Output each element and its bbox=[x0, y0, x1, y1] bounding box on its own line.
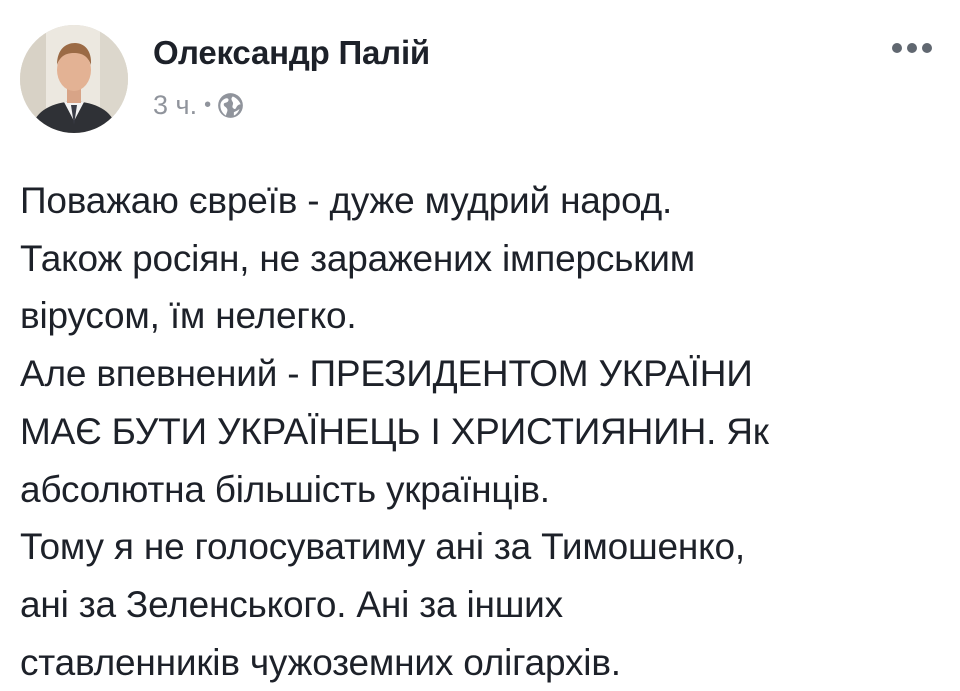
more-dot bbox=[907, 43, 917, 53]
post-text-line: вірусом, їм нелегко. bbox=[20, 295, 357, 337]
post-header: Олександр Палій 3 ч. • bbox=[20, 25, 940, 135]
author-name[interactable]: Олександр Палій bbox=[153, 33, 430, 73]
meta-separator: • bbox=[204, 93, 212, 116]
post-meta: 3 ч. • bbox=[153, 87, 244, 123]
more-options-icon[interactable] bbox=[892, 41, 932, 55]
avatar-image bbox=[20, 25, 128, 133]
post-text-line: МАЄ БУТИ УКРАЇНЕЦЬ І ХРИСТИЯНИН. Як bbox=[20, 410, 769, 452]
post-text-line: ані за Зеленського. Ані за інших bbox=[20, 583, 563, 625]
post-text-line: Поважаю євреїв - дуже мудрий народ. bbox=[20, 180, 673, 221]
more-dot bbox=[892, 43, 902, 53]
post-text-line: Також росіян, не заражених імперським bbox=[20, 237, 695, 279]
post-text-line: Тому я не голосуватиму ані за Тимошенко, bbox=[20, 526, 745, 568]
post-text-line: Але впевнений - ПРЕЗИДЕНТОМ УКРАЇНИ bbox=[20, 353, 753, 395]
facebook-post: Олександр Палій 3 ч. • Поважаю євреїв - … bbox=[0, 0, 960, 683]
post-text-line: абсолютна більшість українців. bbox=[20, 468, 550, 510]
author-avatar[interactable] bbox=[20, 25, 128, 133]
post-text-line: ставленників чужоземних олігархів. bbox=[20, 641, 621, 683]
globe-icon[interactable] bbox=[217, 92, 244, 119]
post-timestamp[interactable]: 3 ч. bbox=[153, 90, 197, 121]
post-text: Поважаю євреїв - дуже мудрий народ. Тако… bbox=[20, 172, 940, 691]
more-dot bbox=[922, 43, 932, 53]
